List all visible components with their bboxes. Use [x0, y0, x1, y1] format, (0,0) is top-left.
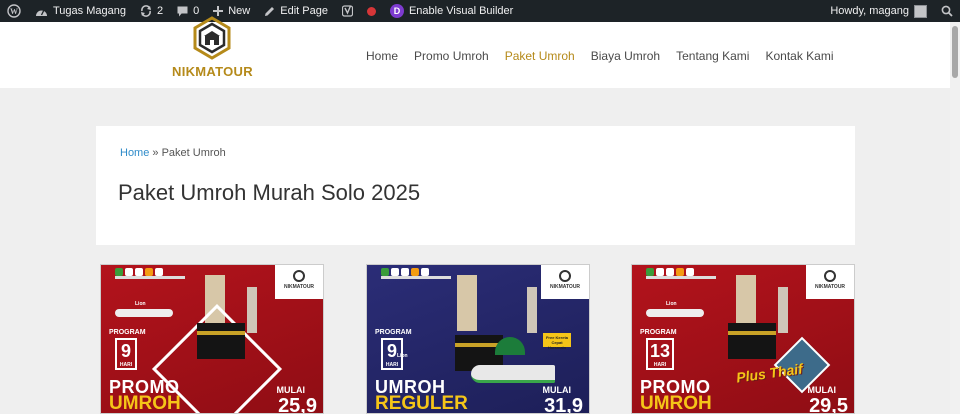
green-dome-image: [495, 337, 525, 355]
card-brand-label: NIKMATOUR: [549, 284, 581, 290]
license-strip: [646, 276, 716, 279]
nikmatour-logo-icon: [193, 16, 231, 60]
my-account-menu[interactable]: Howdy, magang: [823, 0, 934, 22]
avatar: [914, 4, 927, 18]
price-value: 29,5: [809, 395, 848, 414]
days-unit: HARI: [119, 362, 133, 368]
clock-tower-image: [457, 275, 477, 331]
logo-wordmark: NIKMATOUR: [172, 64, 253, 79]
partner-logos: [381, 268, 429, 276]
page-title: Paket Umroh Murah Solo 2025: [118, 180, 421, 205]
yoast-seo-button[interactable]: [335, 0, 360, 22]
seo-score-status[interactable]: [360, 0, 383, 22]
days-count: 9: [386, 341, 397, 361]
breadcrumb: Home » Paket Umroh: [120, 147, 226, 159]
train-image: [471, 365, 555, 383]
page-header-card: Home » Paket Umroh Paket Umroh Murah Sol…: [96, 126, 855, 245]
yoast-icon: [341, 5, 353, 17]
nikmatour-mini-icon: [559, 270, 571, 282]
license-strip: [381, 276, 451, 279]
minaret-image: [778, 287, 788, 333]
nikmatour-mini-icon: [293, 270, 305, 282]
program-label: PROGRAM: [640, 329, 677, 336]
price-from-label: MULAI: [807, 385, 837, 395]
price-from-label: MULAI: [542, 385, 572, 395]
price-value: 31,9: [544, 395, 583, 414]
wordpress-icon: W: [7, 4, 21, 18]
card-brand-label: NIKMATOUR: [814, 284, 846, 290]
nav-item-kontak-kami[interactable]: Kontak Kami: [765, 49, 833, 63]
nav-item-paket-umroh[interactable]: Paket Umroh: [505, 49, 575, 63]
site-header: NIKMATOUR Home Promo Umroh Paket Umroh B…: [0, 16, 950, 88]
plus-icon: [213, 6, 224, 16]
wp-admin-bar: W Tugas Magang 2 0 New Edit Page D Enabl…: [0, 0, 960, 22]
edit-page-label: Edit Page: [280, 5, 328, 17]
site-name-label: Tugas Magang: [53, 5, 126, 17]
dashboard-gauge-icon: [36, 9, 47, 16]
minaret-image: [247, 287, 257, 333]
updates-count: 2: [156, 5, 164, 17]
visual-builder-label: Enable Visual Builder: [408, 5, 514, 17]
nikmatour-mini-icon: [824, 270, 836, 282]
package-card-promo-9[interactable]: NIKMATOUR Lion PROGRAM 9 HARI PROMO UMROH…: [100, 264, 324, 414]
nav-item-home[interactable]: Home: [366, 49, 398, 63]
card-heading-line2: UMROH: [109, 393, 181, 414]
updates-link[interactable]: 2: [133, 0, 170, 22]
svg-text:W: W: [10, 7, 18, 16]
divi-logo-icon: D: [389, 4, 404, 18]
days-box: 13 HARI: [646, 338, 674, 370]
airplane-image: [115, 309, 173, 317]
admin-search-button[interactable]: [934, 0, 960, 22]
days-box: 9 HARI: [381, 338, 403, 370]
nav-item-biaya-umroh[interactable]: Biaya Umroh: [591, 49, 660, 63]
site-name-link[interactable]: Tugas Magang: [28, 0, 133, 22]
enable-visual-builder-button[interactable]: D Enable Visual Builder: [383, 0, 520, 22]
card-brand-label: NIKMATOUR: [283, 284, 315, 290]
main-navigation: Home Promo Umroh Paket Umroh Biaya Umroh…: [366, 49, 850, 63]
partner-logos: [646, 268, 694, 276]
days-count: 9: [120, 341, 131, 361]
program-label: PROGRAM: [109, 329, 146, 336]
days-count: 13: [649, 341, 671, 361]
card-brand: NIKMATOUR: [545, 270, 585, 290]
site-logo[interactable]: NIKMATOUR: [170, 16, 254, 84]
breadcrumb-home-link[interactable]: Home: [120, 147, 149, 159]
days-unit: HARI: [385, 362, 399, 368]
nav-item-promo-umroh[interactable]: Promo Umroh: [414, 49, 489, 63]
free-train-tag: Free Kereta Cepat Haramain: [543, 333, 571, 350]
updates-refresh-icon: [140, 5, 151, 17]
card-brand: NIKMATOUR: [810, 270, 850, 290]
breadcrumb-separator: »: [149, 147, 162, 159]
seo-status-dot-icon: [366, 6, 376, 16]
partner-logos: [115, 268, 163, 276]
package-card-promo-13-thaif[interactable]: NIKMATOUR Lion Plus Thaif PROGRAM 13 HARI…: [631, 264, 855, 414]
howdy-label: Howdy, magang: [830, 5, 909, 17]
kaaba-image: [728, 323, 776, 359]
license-strip: [115, 276, 185, 279]
scrollbar-thumb[interactable]: [952, 26, 958, 78]
kaaba-image: [197, 323, 245, 359]
wordpress-logo-button[interactable]: W: [0, 0, 28, 22]
edit-page-button[interactable]: Edit Page: [257, 0, 335, 22]
breadcrumb-current: Paket Umroh: [161, 147, 226, 159]
price-value: 25,9: [278, 395, 317, 414]
days-unit: HARI: [653, 362, 667, 368]
card-heading-line2: UMROH: [640, 393, 712, 414]
airline-label: Lion: [135, 301, 146, 307]
pencil-icon: [265, 6, 275, 16]
package-card-reguler-9[interactable]: NIKMATOUR Free Kereta Cepat Haramain Lio…: [366, 264, 590, 414]
nav-item-tentang-kami[interactable]: Tentang Kami: [676, 49, 749, 63]
card-brand: NIKMATOUR: [279, 270, 319, 290]
search-icon: [941, 5, 953, 17]
price-from-label: MULAI: [276, 385, 306, 395]
minaret-image: [527, 287, 537, 333]
days-box: 9 HARI: [115, 338, 137, 370]
airplane-image: [646, 309, 704, 317]
page-scrollbar[interactable]: [950, 22, 960, 414]
comment-bubble-icon: [177, 6, 188, 16]
airline-label: Lion: [666, 301, 677, 307]
program-label: PROGRAM: [375, 329, 412, 336]
card-heading-line2: REGULER: [375, 393, 468, 414]
